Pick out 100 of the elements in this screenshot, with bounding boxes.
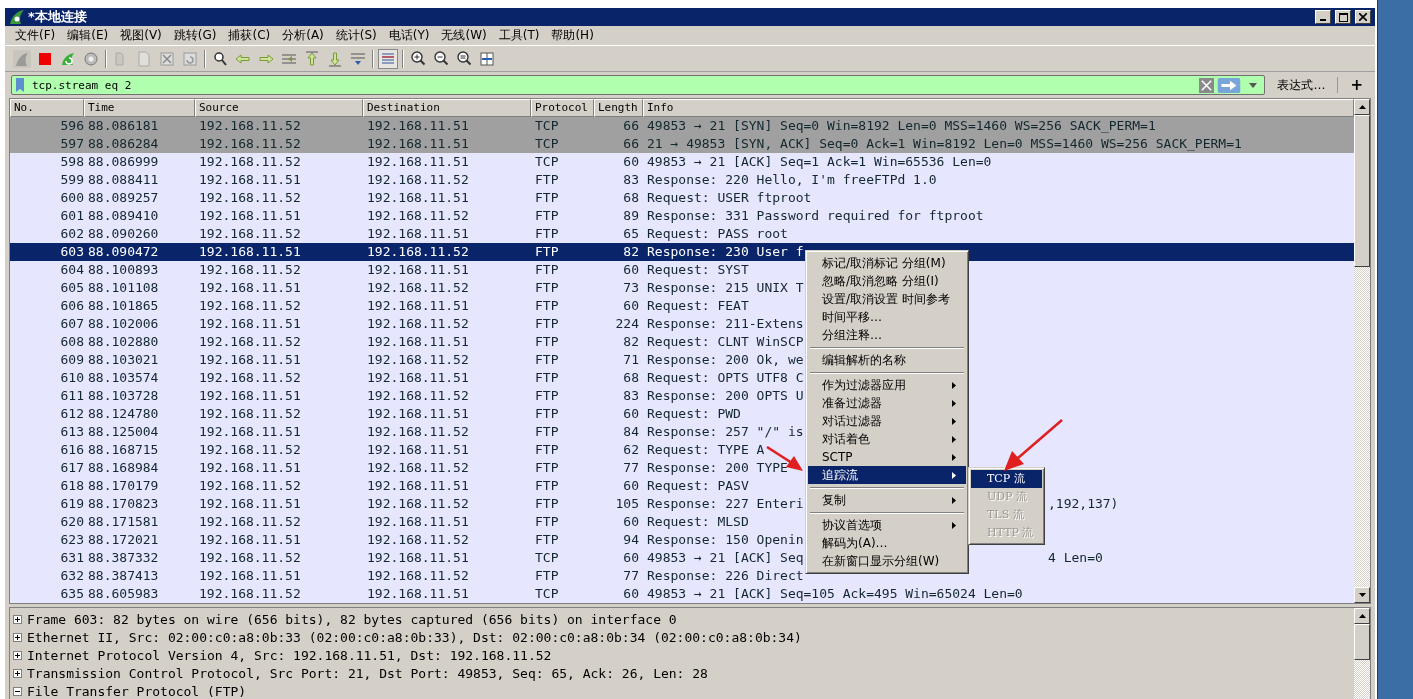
table-cell: Request: CLNT WinSCP (647, 334, 804, 349)
table-cell-text: 77 (622, 567, 640, 585)
table-cell-text: FTP (534, 459, 560, 477)
table-cell-text: 192.168.11.51 (198, 171, 302, 189)
table-cell-text: 192.168.11.52 (366, 243, 470, 261)
table-cell-text: TCP (534, 135, 560, 153)
table-cell-text: 192.168.11.52 (198, 585, 302, 603)
table-cell-text: 606 (59, 297, 84, 315)
table-cell-text: 192.168.11.52 (366, 171, 470, 189)
table-cell: Response: 230 User f (647, 244, 804, 259)
table-cell: Request: USER ftproot (647, 190, 812, 205)
table-cell-text: 192.168.11.52 (198, 477, 302, 495)
table-cell-text: 192.168.11.51 (366, 189, 470, 207)
table-cell-text: 88.103021 (87, 351, 160, 369)
table-cell-text: 88.168715 (87, 441, 160, 459)
table-cell-text: 88.172021 (87, 531, 160, 549)
table-cell-text: FTP (534, 225, 560, 243)
table-cell-text: 192.168.11.51 (366, 225, 470, 243)
table-cell-text: 192.168.11.51 (366, 153, 470, 171)
table-cell: 49853 → 21 [ACK] Seq (647, 550, 804, 565)
table-cell-text: 73 (622, 279, 640, 297)
window-title: *本地连接 (28, 8, 87, 26)
table-cell-text: 192.168.11.51 (198, 423, 302, 441)
table-cell: Request: PWD (647, 406, 741, 421)
table-cell-text: 88.124780 (87, 405, 160, 423)
table-cell-text: 192.168.11.51 (198, 315, 302, 333)
table-cell-text: 192.168.11.51 (366, 513, 470, 531)
table-cell-text: 60 (622, 549, 640, 567)
table-cell-text: 192.168.11.52 (198, 261, 302, 279)
table-cell-text: 603 (59, 243, 84, 261)
table-cell-text: 192.168.11.52 (366, 387, 470, 405)
table-cell-text: 619 (59, 495, 84, 513)
table-cell-text: 616 (59, 441, 84, 459)
table-cell-text: FTP (534, 243, 560, 261)
table-cell-text: 192.168.11.51 (366, 117, 470, 135)
table-cell-text: 192.168.11.52 (198, 441, 302, 459)
table-cell-text: 192.168.11.51 (198, 531, 302, 549)
table-cell-text: FTP (534, 171, 560, 189)
table-cell: Request: TYPE A (647, 442, 765, 457)
table-cell-text: 192.168.11.52 (198, 117, 302, 135)
table-cell-text: 60 (622, 405, 640, 423)
table-cell-text: FTP (534, 333, 560, 351)
table-cell-text: 105 (614, 495, 640, 513)
table-cell-text: 60 (622, 477, 640, 495)
table-cell-text: 192.168.11.52 (198, 549, 302, 567)
table-cell-text: 620 (59, 513, 84, 531)
table-cell-text: 68 (622, 369, 640, 387)
table-cell-text: FTP (534, 387, 560, 405)
table-cell-text: 192.168.11.51 (366, 405, 470, 423)
table-cell-text: 88.101108 (87, 279, 160, 297)
table-cell-text: 623 (59, 531, 84, 549)
table-cell-text: 192.168.11.52 (366, 531, 470, 549)
table-cell-text: 88.387332 (87, 549, 160, 567)
table-cell: Response: 215 UNIX T (647, 280, 804, 295)
table-cell-text: 192.168.11.51 (198, 207, 302, 225)
table-cell: 49853 → 21 [ACK] Seq=105 Ack=495 Win=65024 Len=0 (647, 586, 1023, 601)
table-cell-text: 66 (622, 117, 640, 135)
table-cell-text: 65 (622, 225, 640, 243)
table-cell-text: TCP (534, 117, 560, 135)
table-cell-text: 192.168.11.51 (366, 135, 470, 153)
table-cell-text: 192.168.11.52 (198, 225, 302, 243)
table-cell-text: 192.168.11.51 (198, 567, 302, 585)
table-cell-text: FTP (534, 423, 560, 441)
table-cell-text: 88.168984 (87, 459, 160, 477)
table-cell: Response: 226 Direct (647, 568, 804, 583)
table-cell: Response: 257 "/" is (647, 424, 804, 439)
table-cell: Response: 200 Ok, we (647, 352, 804, 367)
table-cell-text: 192.168.11.52 (198, 513, 302, 531)
table-cell-text: 192.168.11.52 (366, 459, 470, 477)
table-cell-text: 618 (59, 477, 84, 495)
table-cell-text: 192.168.11.51 (198, 387, 302, 405)
table-cell-text: 88.090260 (87, 225, 160, 243)
table-cell-text: 598 (59, 153, 84, 171)
table-cell-text: 88.125004 (87, 423, 160, 441)
table-cell-text: FTP (534, 297, 560, 315)
table-cell-text: 601 (59, 207, 84, 225)
table-cell-text: TCP (534, 585, 560, 603)
table-cell-text: 88.090472 (87, 243, 160, 261)
table-cell-text: 88.103728 (87, 387, 160, 405)
table-cell-text: 635 (59, 585, 84, 603)
table-cell: Response: 200 TYPE (647, 460, 788, 475)
table-cell: Response: 227 Enteri (647, 496, 804, 511)
table-cell: 21 → 49853 [SYN, ACK] Seq=0 Ack=1 Win=8192 Len=0 MSS=1460 WS=256 SACK_PERM=1 (647, 136, 1242, 151)
table-cell-text: 60 (622, 261, 640, 279)
table-cell-text: TCP (534, 153, 560, 171)
table-cell-text: 192.168.11.51 (198, 351, 302, 369)
table-cell-text: 192.168.11.52 (366, 207, 470, 225)
table-cell-text: 192.168.11.52 (366, 315, 470, 333)
table-cell: Request: OPTS UTF8 C (647, 370, 804, 385)
table-cell-text: 597 (59, 135, 84, 153)
table-cell-text: FTP (534, 351, 560, 369)
table-cell: 49853 → 21 [SYN] Seq=0 Win=8192 Len=0 MSS=1460 WS=256 SACK_PERM=1 (647, 118, 1156, 133)
table-cell: ,192,137) (1048, 495, 1119, 513)
table-cell-text: 607 (59, 315, 84, 333)
table-cell: Response: 200 OPTS U (647, 388, 804, 403)
table-cell-text: 192.168.11.51 (198, 279, 302, 297)
table-cell-text: 604 (59, 261, 84, 279)
table-cell-text: 192.168.11.52 (198, 297, 302, 315)
table-cell-text: 192.168.11.51 (198, 459, 302, 477)
table-cell-text: TCP (534, 549, 560, 567)
